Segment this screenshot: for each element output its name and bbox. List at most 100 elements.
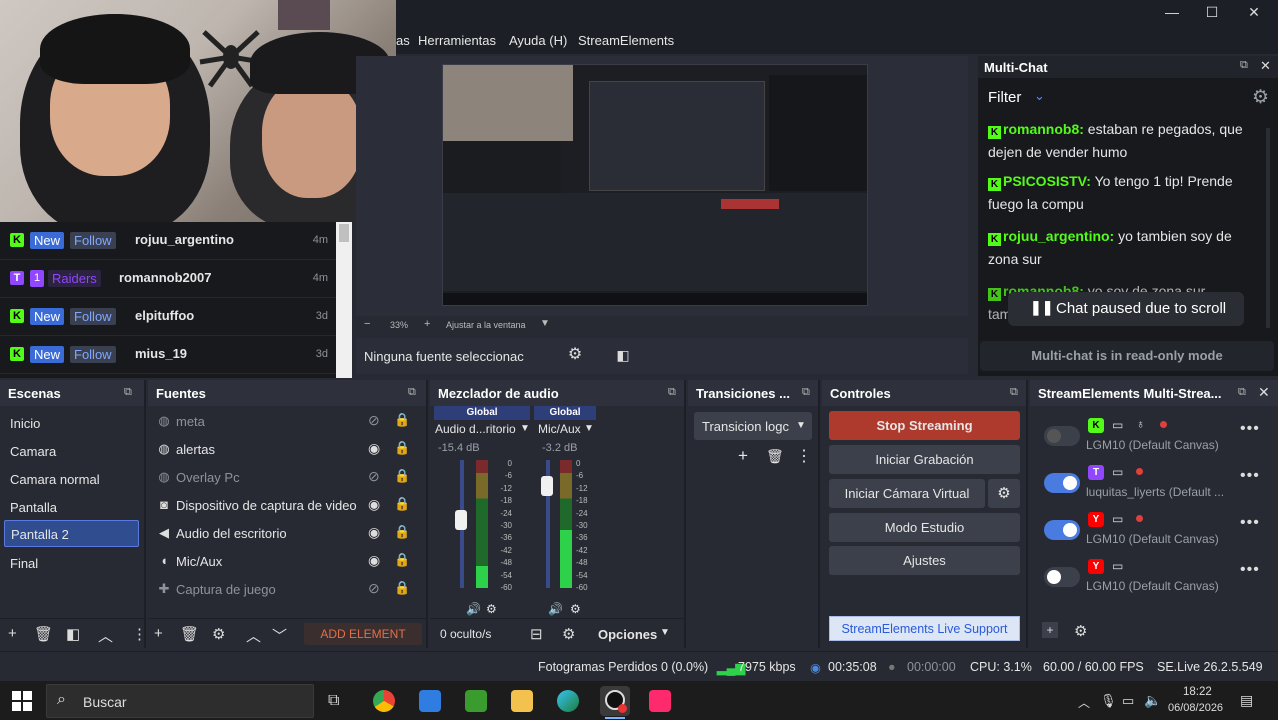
lock-icon[interactable]: 🔒 [394, 524, 410, 540]
float-icon[interactable]: ⧉ [1010, 386, 1018, 399]
scene-item[interactable]: Camara [4, 438, 139, 465]
chevron-down-icon[interactable]: ▼ [660, 627, 670, 638]
float-icon[interactable]: ⧉ [1238, 386, 1246, 399]
volume-icon[interactable]: 🔈 [1144, 692, 1161, 709]
up-arrow-icon[interactable]: ︿ [246, 625, 261, 646]
chevron-down-icon[interactable]: ▼ [584, 423, 594, 434]
speaker-icon[interactable]: 🔊 [466, 602, 481, 616]
close-icon[interactable]: ✕ [1260, 58, 1271, 74]
start-recording-button[interactable]: Iniciar Grabación [829, 445, 1020, 474]
float-icon[interactable]: ⧉ [668, 386, 676, 399]
close-button[interactable]: ✕ [1234, 4, 1274, 24]
stream-toggle[interactable] [1044, 426, 1080, 446]
menu-item-partial[interactable]: as [396, 33, 410, 48]
scene-item[interactable]: Final [4, 550, 139, 577]
more-icon[interactable]: ⋮ [132, 625, 147, 643]
zoom-in-icon[interactable]: + [424, 318, 430, 330]
scrollbar-thumb[interactable] [339, 224, 349, 242]
notification-icon[interactable]: ▤ [1240, 692, 1253, 709]
gear-icon[interactable]: ⚙ [1074, 622, 1087, 640]
lock-icon[interactable]: 🔒 [394, 440, 410, 456]
trash-icon[interactable]: 🗑 [180, 625, 199, 643]
add-icon[interactable]: + [1042, 622, 1058, 638]
minecraft-icon[interactable] [465, 690, 487, 712]
tiktok-icon[interactable] [649, 690, 671, 712]
live-support-button[interactable]: StreamElements Live Support [829, 616, 1020, 641]
eye-icon[interactable]: ◉ [368, 440, 380, 457]
layout-icon[interactable]: ⊟ [530, 625, 543, 643]
clock-time[interactable]: 18:22 [1183, 686, 1212, 698]
gear-icon[interactable]: ⚙ [212, 625, 225, 643]
network-icon[interactable]: ▭ [1122, 693, 1134, 709]
close-icon[interactable]: ✕ [1258, 384, 1270, 401]
clock-date[interactable]: 06/08/2026 [1168, 702, 1223, 714]
store-icon[interactable] [419, 690, 441, 712]
speaker-icon[interactable]: 🔊 [548, 602, 563, 616]
stream-toggle[interactable] [1044, 473, 1080, 493]
gear-icon[interactable]: ⚙ [558, 338, 592, 372]
alerts-scrollbar[interactable] [336, 222, 352, 378]
chrome-icon[interactable] [373, 690, 395, 712]
down-arrow-icon[interactable]: ﹀ [272, 625, 287, 646]
float-icon[interactable]: ⧉ [802, 386, 810, 399]
add-icon[interactable]: + [738, 446, 748, 466]
gear-icon[interactable]: ⚙ [988, 479, 1020, 508]
lock-icon[interactable]: 🔒 [394, 580, 410, 596]
scene-item[interactable]: Pantalla [4, 494, 139, 521]
float-icon[interactable]: ⧉ [408, 386, 416, 399]
start-virtual-camera-button[interactable]: Iniciar Cámara Virtual [829, 479, 985, 508]
filter-label[interactable]: Filter [988, 89, 1021, 106]
eye-hidden-icon[interactable]: ⊘ [368, 468, 380, 485]
menu-item-tools[interactable]: Herramientas [418, 33, 496, 48]
gear-icon[interactable]: ⚙ [1252, 86, 1269, 109]
trash-icon[interactable]: 🗑 [34, 625, 53, 643]
lock-icon[interactable]: 🔒 [394, 412, 410, 428]
float-icon[interactable]: ⧉ [124, 386, 132, 399]
chat-scrollbar[interactable] [1266, 128, 1270, 328]
scene-item[interactable]: Inicio [4, 410, 139, 437]
chevron-down-icon[interactable]: ▼ [540, 318, 550, 329]
eye-icon[interactable]: ◉ [368, 524, 380, 541]
float-icon[interactable]: ⧉ [1240, 59, 1248, 72]
stream-toggle[interactable] [1044, 567, 1080, 587]
eye-icon[interactable]: ◉ [368, 496, 380, 513]
chevron-down-icon[interactable]: ⌄ [1034, 88, 1045, 104]
more-icon[interactable]: ••• [1240, 561, 1260, 579]
taskbar-search[interactable]: ⌕ Buscar [46, 684, 314, 718]
fit-to-window[interactable]: Ajustar a la ventana [446, 320, 526, 330]
zoom-out-icon[interactable]: − [364, 318, 370, 330]
more-icon[interactable]: ••• [1240, 514, 1260, 532]
eye-icon[interactable]: ◉ [368, 552, 380, 569]
more-icon[interactable]: ⋮ [796, 446, 812, 466]
minimize-button[interactable]: — [1152, 4, 1192, 24]
more-icon[interactable]: ••• [1240, 420, 1260, 438]
microphone-icon[interactable]: 🎙 [1100, 693, 1117, 709]
add-icon[interactable]: + [8, 625, 17, 642]
menu-item-help[interactable]: Ayuda (H) [509, 33, 567, 48]
eye-hidden-icon[interactable]: ⊘ [368, 412, 380, 429]
chevron-down-icon[interactable]: ▼ [796, 420, 806, 431]
studio-mode-button[interactable]: Modo Estudio [829, 513, 1020, 542]
add-icon[interactable]: + [154, 625, 163, 642]
windows-start-icon[interactable] [12, 691, 32, 711]
stop-streaming-button[interactable]: Stop Streaming [829, 411, 1020, 440]
filter-icon[interactable]: ◧ [606, 338, 640, 372]
lock-icon[interactable]: 🔒 [394, 496, 410, 512]
more-icon[interactable]: ••• [1240, 467, 1260, 485]
menu-item-streamelements[interactable]: StreamElements [578, 33, 674, 48]
lock-icon[interactable]: 🔒 [394, 468, 410, 484]
gear-icon[interactable]: ⚙ [562, 625, 575, 643]
lock-icon[interactable]: 🔒 [394, 552, 410, 568]
gear-icon[interactable]: ⚙ [570, 602, 581, 616]
filter-icon[interactable]: ◧ [66, 625, 80, 643]
up-arrow-icon[interactable]: ︿ [98, 625, 113, 646]
chat-paused-banner[interactable]: ❚❚ Chat paused due to scroll [1008, 292, 1244, 326]
gear-icon[interactable]: ⚙ [486, 602, 497, 616]
edge-icon[interactable] [557, 690, 579, 712]
stream-toggle[interactable] [1044, 520, 1080, 540]
settings-button[interactable]: Ajustes [829, 546, 1020, 575]
file-explorer-icon[interactable] [511, 690, 533, 712]
trash-icon[interactable]: 🗑 [766, 448, 784, 465]
obs-icon[interactable] [600, 686, 630, 716]
program-preview[interactable] [442, 64, 868, 306]
